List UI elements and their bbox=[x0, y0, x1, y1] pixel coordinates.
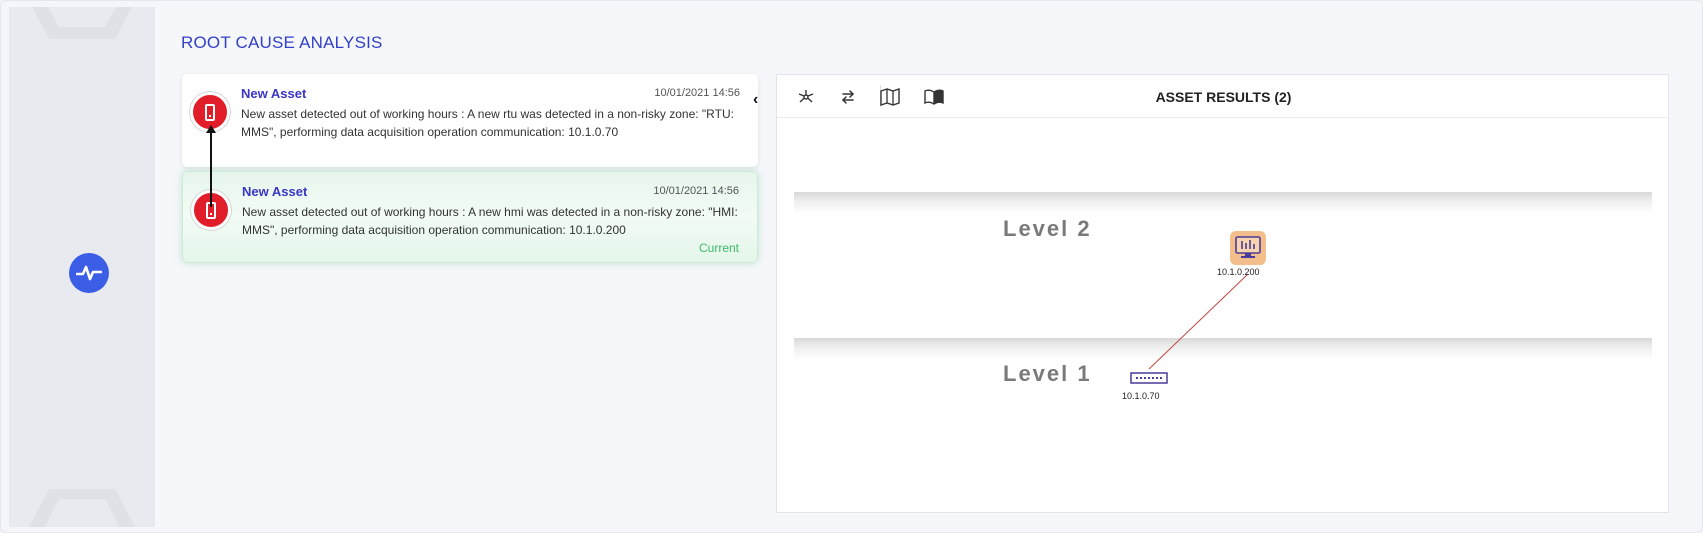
panel-title: ASSET RESULTS (2) bbox=[1155, 89, 1292, 105]
panel-toolbar: ASSET RESULTS (2) bbox=[777, 75, 1668, 118]
rail-bottom-decoration bbox=[29, 489, 135, 527]
event-description: New asset detected out of working hours … bbox=[242, 205, 738, 237]
current-badge: Current bbox=[698, 241, 739, 255]
event-date: 10/01/2021 14:56 bbox=[653, 185, 739, 197]
event-description: New asset detected out of working hours … bbox=[241, 107, 734, 139]
activity-pulse-icon[interactable] bbox=[69, 253, 109, 293]
event-date: 10/01/2021 14:56 bbox=[654, 87, 740, 99]
event-title: New Asset bbox=[241, 86, 307, 101]
event-connector-arrow bbox=[206, 125, 216, 207]
topology-links bbox=[1148, 273, 1249, 370]
event-title: New Asset bbox=[242, 184, 308, 199]
page-title: ROOT CAUSE ANALYSIS bbox=[181, 33, 383, 52]
event-card-current[interactable]: New Asset 10/01/2021 14:56 New asset det… bbox=[182, 171, 758, 263]
main-content: ROOT CAUSE ANALYSIS New Asset 10/01/2021… bbox=[155, 7, 1697, 527]
node-label: 10.1.0.200 bbox=[1217, 267, 1260, 277]
asset-link bbox=[1148, 273, 1249, 370]
topology-canvas[interactable]: Level 2 Level 1 10.1.0.200 10.1.0.70 bbox=[777, 119, 1670, 513]
collapse-panel-icon[interactable]: ‹ bbox=[753, 91, 758, 109]
rail-top-decoration bbox=[32, 7, 132, 39]
left-rail bbox=[9, 7, 155, 527]
app-frame: ROOT CAUSE ANALYSIS New Asset 10/01/2021… bbox=[0, 0, 1703, 533]
asset-results-panel: ASSET RESULTS (2) Level 2 Level 1 10.1.0… bbox=[776, 74, 1669, 513]
rtu-icon[interactable] bbox=[1130, 371, 1168, 390]
node-label: 10.1.0.70 bbox=[1122, 391, 1160, 401]
event-card[interactable]: New Asset 10/01/2021 14:56 New asset det… bbox=[182, 74, 758, 167]
hmi-icon[interactable] bbox=[1230, 231, 1266, 265]
